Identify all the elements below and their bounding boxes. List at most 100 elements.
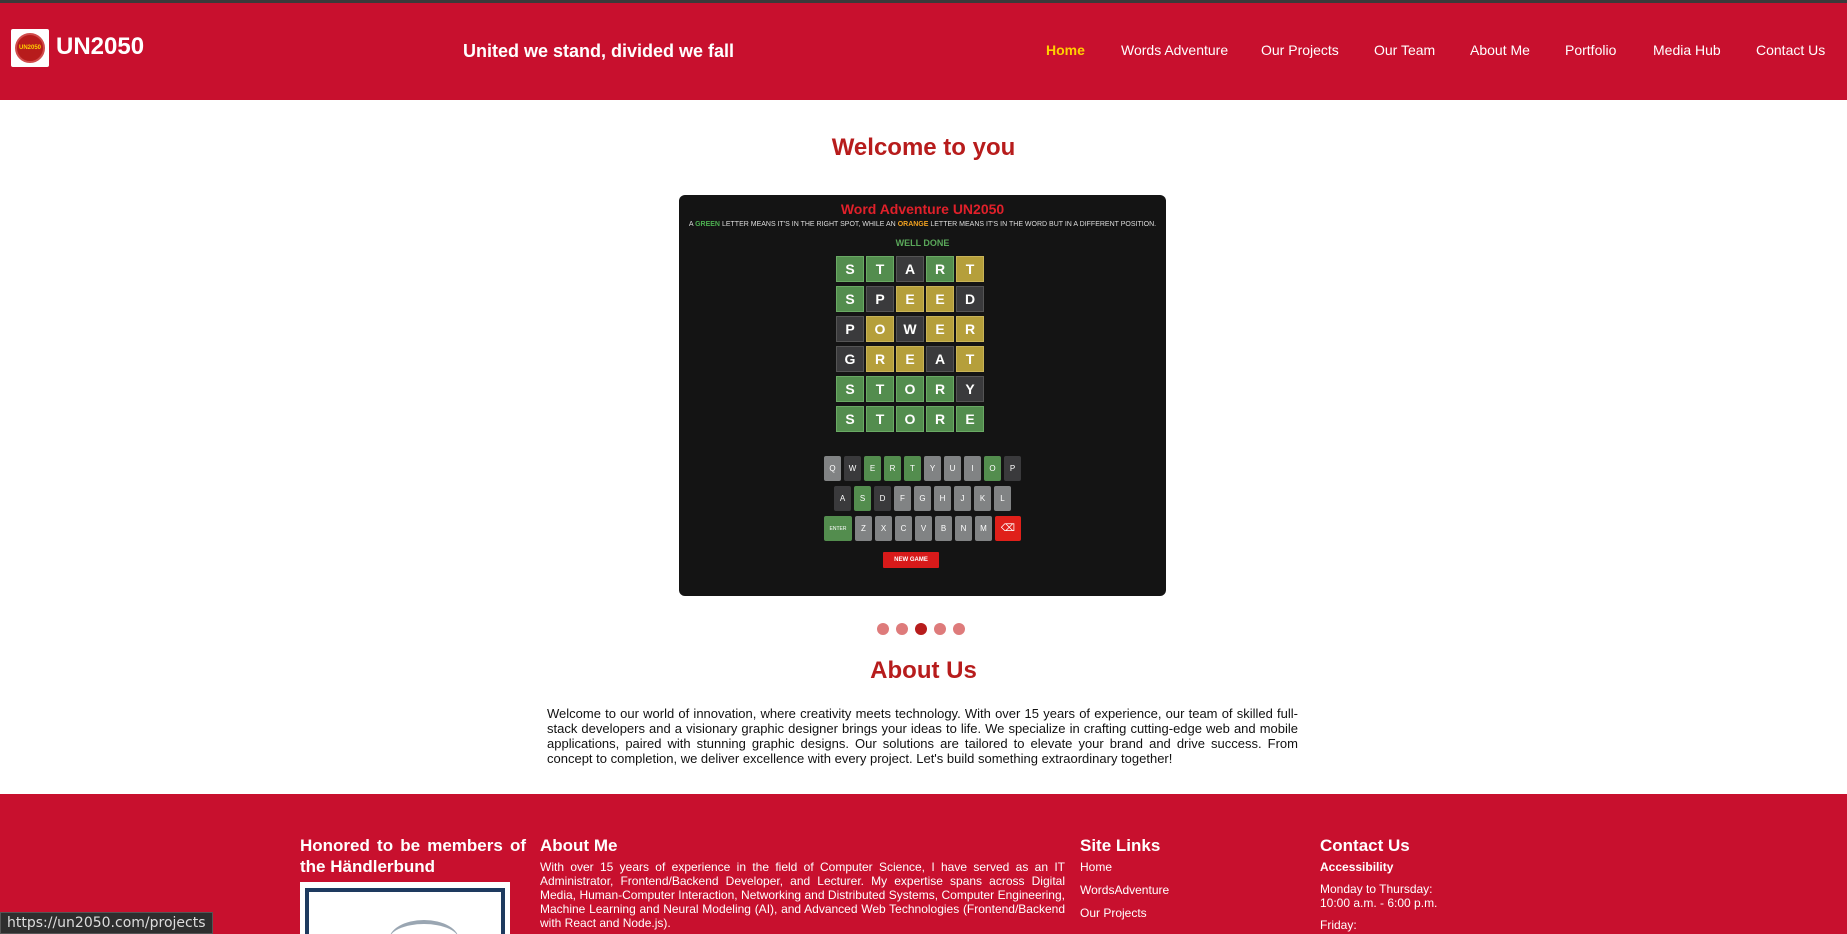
carousel-dot[interactable] xyxy=(934,623,946,635)
footer-link-our-projects[interactable]: Our Projects xyxy=(1080,906,1280,920)
nav-portfolio[interactable]: Portfolio xyxy=(1565,42,1616,58)
key-l[interactable]: L xyxy=(994,486,1011,511)
board-tile: Y xyxy=(956,376,984,402)
welcome-heading: Welcome to you xyxy=(831,134,1016,161)
key-v[interactable]: V xyxy=(915,516,932,541)
key-x[interactable]: X xyxy=(875,516,892,541)
hours-days: Monday to Thursday: xyxy=(1320,882,1433,896)
main-nav: Home Words Adventure Our Projects Our Te… xyxy=(0,42,1847,62)
logo-arc xyxy=(389,920,459,934)
rule-mid: LETTER MEANS IT'S IN THE RIGHT SPOT, WHI… xyxy=(721,221,896,228)
key-f[interactable]: F xyxy=(894,486,911,511)
board-row: SPEED xyxy=(836,286,986,312)
board-tile: E xyxy=(896,286,924,312)
board-tile: T xyxy=(956,256,984,282)
nav-our-projects[interactable]: Our Projects xyxy=(1261,42,1339,58)
board-tile: A xyxy=(896,256,924,282)
haendlerbund-badge[interactable] xyxy=(300,882,510,934)
key-g[interactable]: G xyxy=(914,486,931,511)
key-m[interactable]: M xyxy=(975,516,992,541)
key-i[interactable]: I xyxy=(964,456,981,481)
nav-our-team[interactable]: Our Team xyxy=(1374,42,1435,58)
key-o[interactable]: O xyxy=(984,456,1001,481)
board-tile: P xyxy=(836,316,864,342)
nav-contact-us[interactable]: Contact Us xyxy=(1756,42,1825,58)
key-r[interactable]: R xyxy=(884,456,901,481)
carousel-dots xyxy=(877,623,965,635)
backspace-icon[interactable]: ⌫ xyxy=(995,516,1021,541)
carousel-slide-word-adventure[interactable]: Word Adventure UN2050 A GREEN LETTER MEA… xyxy=(679,195,1166,596)
keyboard-row: ENTER Z X C V B N M ⌫ xyxy=(679,516,1166,541)
key-w[interactable]: W xyxy=(844,456,861,481)
game-board: STARTSPEEDPOWERGREATSTORYSTORE xyxy=(836,256,986,436)
key-e[interactable]: E xyxy=(864,456,881,481)
hours-friday: Friday: xyxy=(1320,918,1357,932)
key-z[interactable]: Z xyxy=(855,516,872,541)
new-game-button[interactable]: NEW GAME xyxy=(883,552,939,568)
board-row: STORY xyxy=(836,376,986,402)
carousel-dot[interactable] xyxy=(896,623,908,635)
carousel-dot[interactable] xyxy=(915,623,927,635)
site-links-heading: Site Links xyxy=(1080,836,1161,855)
key-n[interactable]: N xyxy=(955,516,972,541)
key-q[interactable]: Q xyxy=(824,456,841,481)
board-tile: T xyxy=(866,256,894,282)
carousel-dot[interactable] xyxy=(953,623,965,635)
key-h[interactable]: H xyxy=(934,486,951,511)
keyboard-row: ASDFGHJKL xyxy=(679,486,1166,511)
board-tile: E xyxy=(926,286,954,312)
footer-link-home[interactable]: Home xyxy=(1080,860,1280,874)
key-y[interactable]: Y xyxy=(924,456,941,481)
board-tile: R xyxy=(926,256,954,282)
board-tile: T xyxy=(866,376,894,402)
board-tile: R xyxy=(866,346,894,372)
hours-time: 10:00 a.m. - 6:00 p.m. xyxy=(1320,896,1438,910)
key-s[interactable]: S xyxy=(854,486,871,511)
key-c[interactable]: C xyxy=(895,516,912,541)
board-tile: E xyxy=(956,406,984,432)
key-k[interactable]: K xyxy=(974,486,991,511)
board-tile: W xyxy=(896,316,924,342)
rule-a: A xyxy=(688,221,694,228)
key-j[interactable]: J xyxy=(954,486,971,511)
haendlerbund-logo-icon xyxy=(305,888,505,934)
browser-status-url: https://un2050.com/projects xyxy=(0,912,213,934)
game-status: WELL DONE xyxy=(895,238,950,248)
board-tile: O xyxy=(896,376,924,402)
board-tile: R xyxy=(926,376,954,402)
hours-weekdays: Monday to Thursday: 10:00 a.m. - 6:00 p.… xyxy=(1320,882,1540,910)
about-me-text: With over 15 years of experience in the … xyxy=(540,860,1065,930)
board-row: START xyxy=(836,256,986,282)
site-footer: Honored to be members of the Händlerbund… xyxy=(0,794,1847,934)
key-b[interactable]: B xyxy=(935,516,952,541)
rule-end: LETTER MEANS IT'S IN THE WORD BUT IN A D… xyxy=(930,221,1157,228)
honored-heading: Honored to be members of the Händlerbund xyxy=(300,836,526,876)
key-a[interactable]: A xyxy=(834,486,851,511)
nav-home[interactable]: Home xyxy=(1046,42,1085,58)
game-title: Word Adventure UN2050 xyxy=(840,201,1005,217)
rule-orange: ORANGE xyxy=(897,221,929,228)
key-t[interactable]: T xyxy=(904,456,921,481)
nav-about-me[interactable]: About Me xyxy=(1470,42,1530,58)
board-tile: E xyxy=(896,346,924,372)
nav-media-hub[interactable]: Media Hub xyxy=(1653,42,1721,58)
board-tile: S xyxy=(836,286,864,312)
board-tile: S xyxy=(836,256,864,282)
key-u[interactable]: U xyxy=(944,456,961,481)
board-tile: G xyxy=(836,346,864,372)
site-header: UN2050 UN2050 United we stand, divided w… xyxy=(0,3,1847,100)
contact-heading: Contact Us xyxy=(1320,836,1410,855)
footer-link-wordsadventure[interactable]: WordsAdventure xyxy=(1080,883,1280,897)
board-tile: R xyxy=(926,406,954,432)
board-row: POWER xyxy=(836,316,986,342)
nav-words-adventure[interactable]: Words Adventure xyxy=(1121,42,1228,58)
enter-key[interactable]: ENTER xyxy=(824,516,852,541)
carousel-dot[interactable] xyxy=(877,623,889,635)
board-row: STORE xyxy=(836,406,986,432)
about-us-heading: About Us xyxy=(870,657,977,684)
key-d[interactable]: D xyxy=(874,486,891,511)
board-tile: E xyxy=(926,316,954,342)
key-p[interactable]: P xyxy=(1004,456,1021,481)
board-tile: T xyxy=(956,346,984,372)
keyboard-row: QWERTYUIOP xyxy=(679,456,1166,481)
